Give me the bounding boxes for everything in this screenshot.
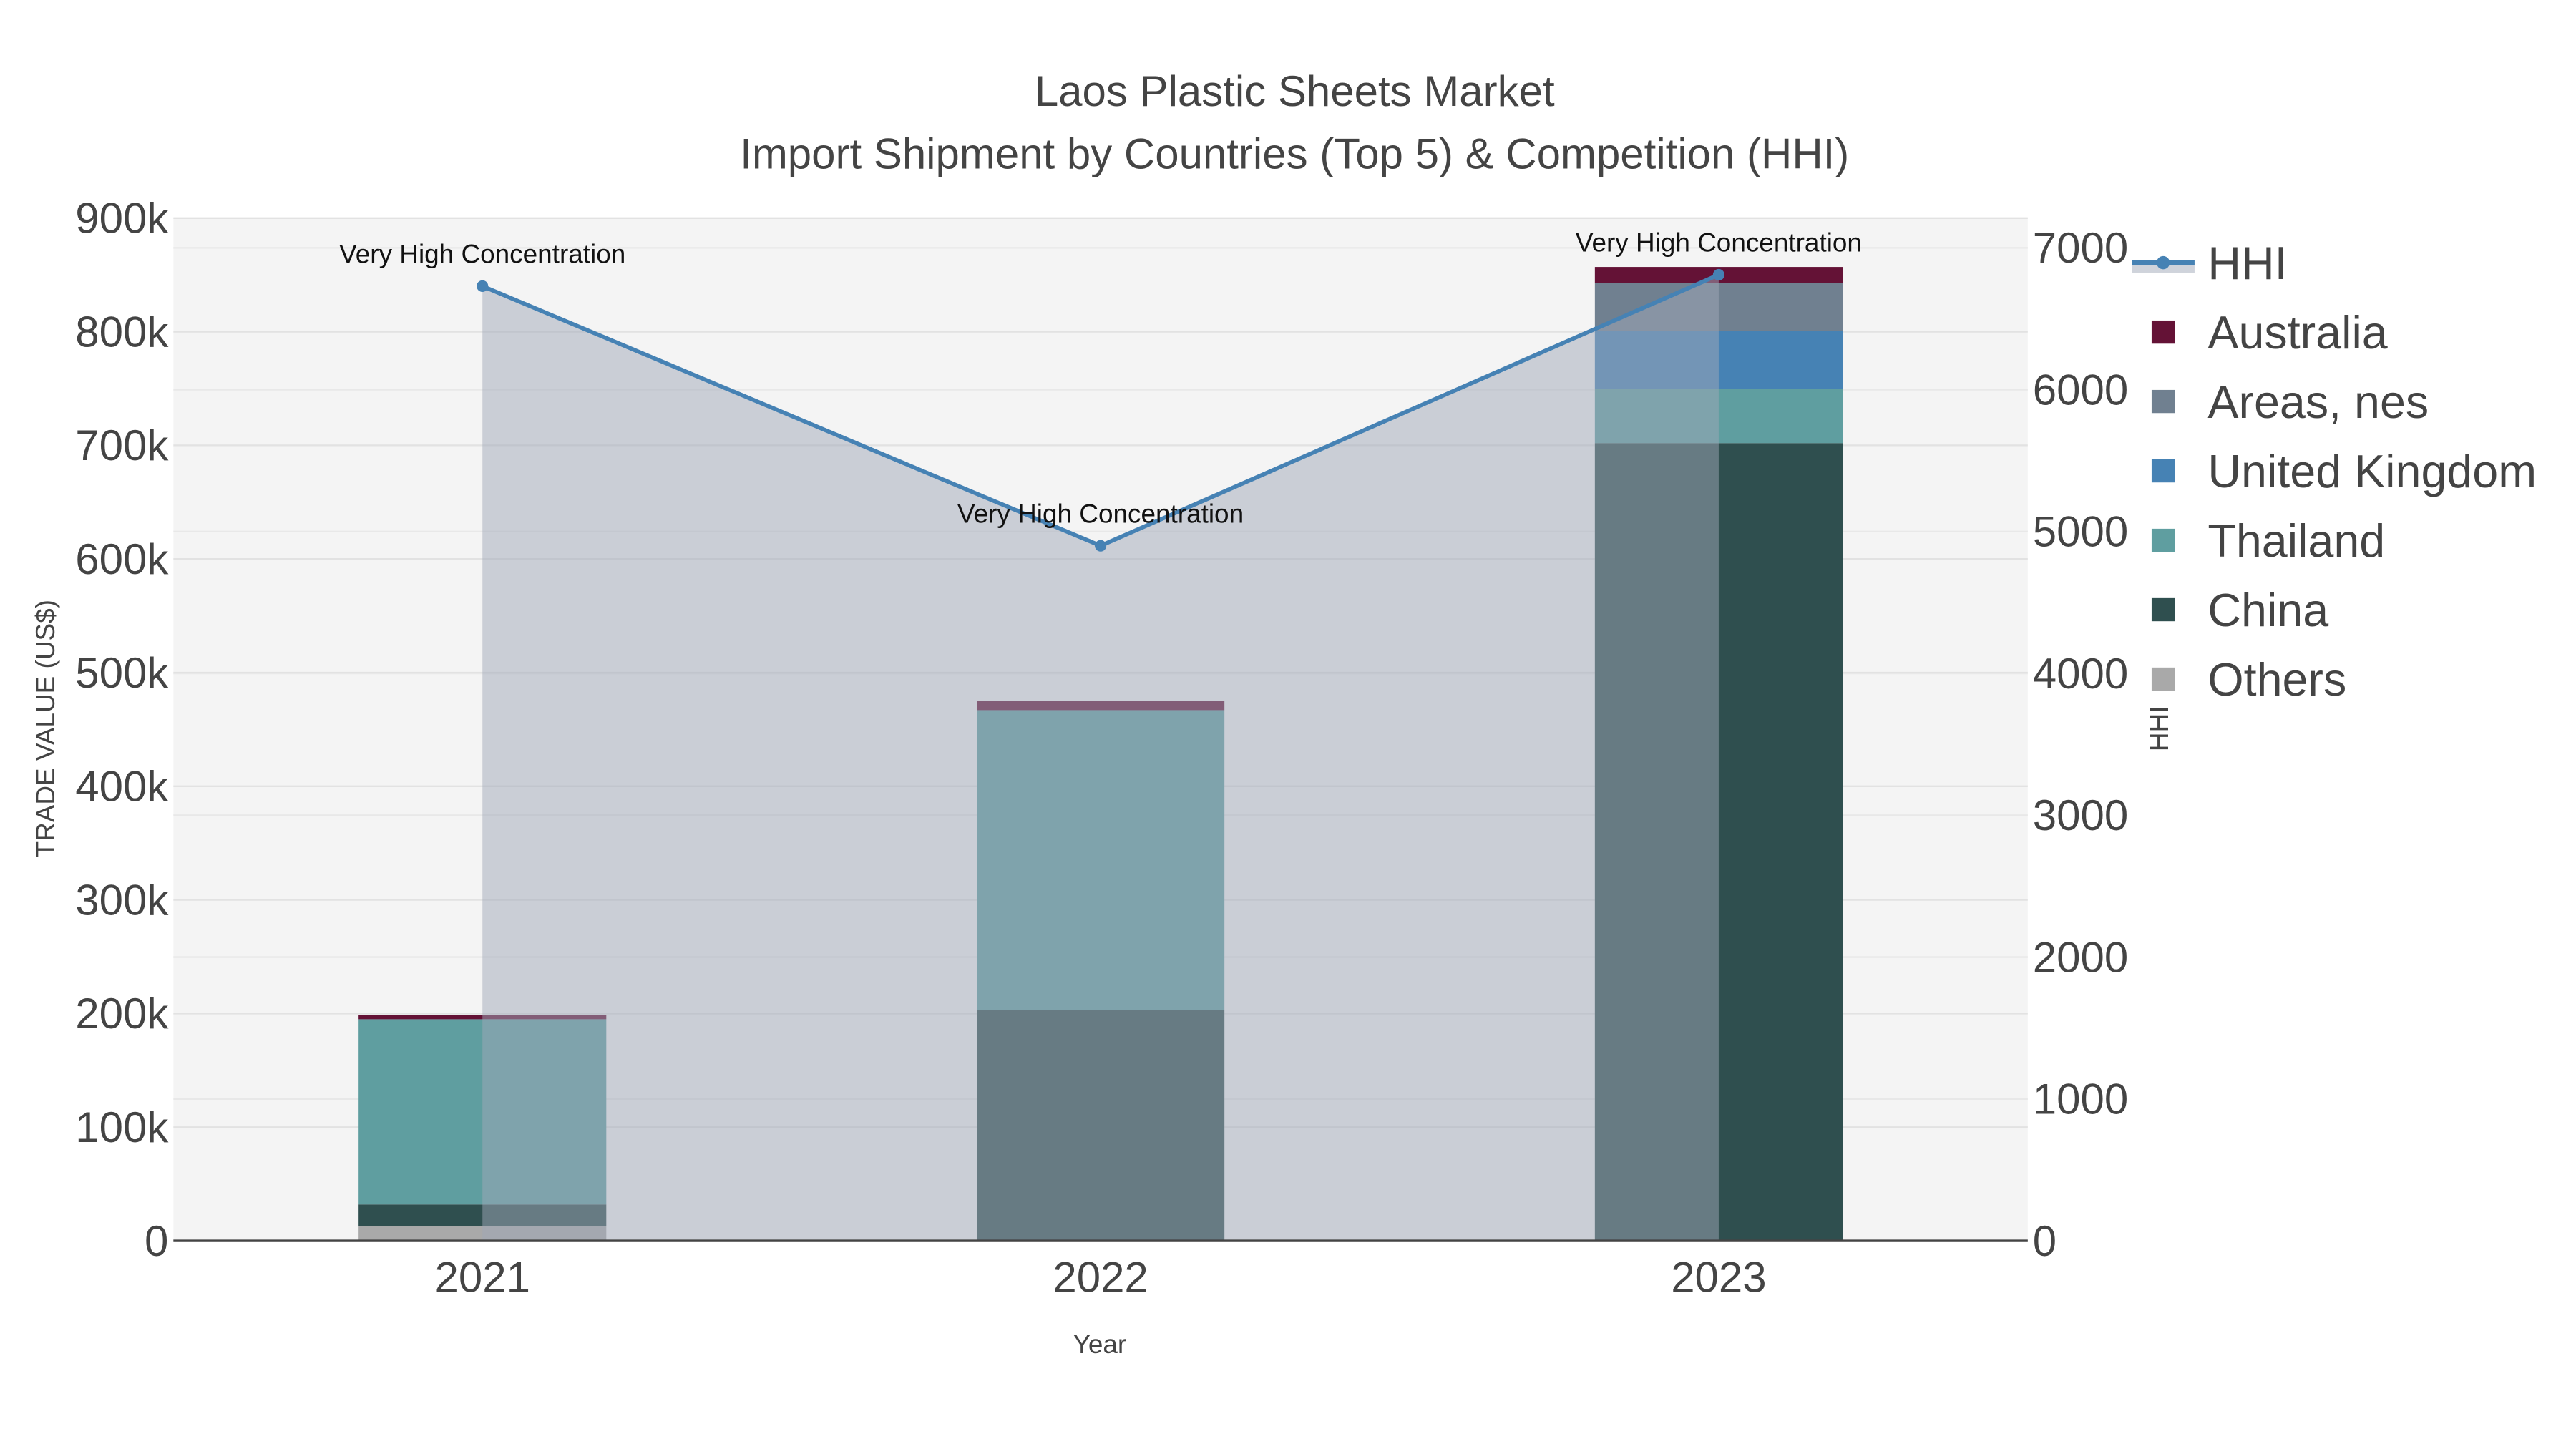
y-axis-ticks: 0 100k 200k 300k 400k 500k 600k 700k 800k 900k — [75, 195, 169, 1265]
x-axis-title: Year — [1073, 1330, 1127, 1359]
y-tick-label: 800k — [75, 308, 169, 356]
y-tick-label: 600k — [75, 535, 169, 583]
y2-tick-label: 4000 — [2033, 650, 2128, 698]
legend-label: United Kingdom — [2207, 445, 2537, 497]
y2-tick-label: 1000 — [2033, 1075, 2128, 1123]
x-tick-label: 2023 — [1671, 1254, 1766, 1302]
hhi-annotation: Very High Concentration — [957, 499, 1244, 528]
legend-label: Thailand — [2207, 514, 2385, 567]
legend: HHI Australia Areas, nes United Kingdom Thai… — [2132, 237, 2537, 706]
y-tick-label: 200k — [75, 990, 169, 1038]
y-tick-label: 100k — [75, 1103, 169, 1151]
y2-tick-label: 3000 — [2033, 791, 2128, 839]
y2-tick-label: 6000 — [2033, 366, 2128, 414]
hhi-annotation: Very High Concentration — [339, 240, 625, 269]
legend-swatch — [2151, 459, 2175, 483]
legend-label: HHI — [2207, 237, 2287, 289]
legend-swatch — [2151, 597, 2175, 622]
chart: Very High Concentration Very High Concent… — [31, 67, 2537, 1359]
chart-title: Laos Plastic Sheets Market — [1035, 67, 1555, 115]
y2-axis-title: HHI — [2145, 706, 2174, 751]
x-tick-label: 2022 — [1053, 1254, 1148, 1302]
x-tick-label: 2021 — [435, 1254, 530, 1302]
y-tick-label: 400k — [75, 763, 169, 811]
y-tick-label: 300k — [75, 876, 169, 924]
hhi-annotation: Very High Concentration — [1576, 228, 1862, 258]
y-tick-label: 900k — [75, 195, 169, 243]
y-axis-title: TRADE VALUE (US$) — [31, 600, 60, 858]
y-tick-label: 0 — [145, 1217, 168, 1265]
legend-hhi-marker — [2156, 255, 2170, 270]
hhi-point — [1095, 540, 1107, 552]
legend-label: Others — [2207, 653, 2346, 706]
legend-swatch — [2151, 667, 2175, 691]
legend-label: Areas, nes — [2207, 376, 2429, 428]
y2-tick-label: 0 — [2033, 1217, 2057, 1265]
hhi-point — [1712, 268, 1724, 281]
y2-tick-label: 2000 — [2033, 933, 2128, 981]
y-tick-label: 700k — [75, 421, 169, 469]
legend-label: Australia — [2207, 306, 2387, 358]
x-axis-ticks: 2021 2022 2023 — [435, 1254, 1767, 1302]
legend-swatch — [2151, 389, 2175, 414]
legend-label: China — [2207, 584, 2328, 636]
y-tick-label: 500k — [75, 649, 169, 697]
y2-tick-label: 7000 — [2033, 224, 2128, 272]
legend-swatch — [2151, 320, 2175, 344]
legend-swatch — [2151, 528, 2175, 552]
hhi-point — [477, 280, 489, 292]
chart-subtitle: Import Shipment by Countries (Top 5) & C… — [740, 130, 1849, 178]
y2-tick-label: 5000 — [2033, 508, 2128, 556]
y2-axis-ticks: 0 1000 2000 3000 4000 5000 6000 7000 — [2033, 224, 2128, 1265]
